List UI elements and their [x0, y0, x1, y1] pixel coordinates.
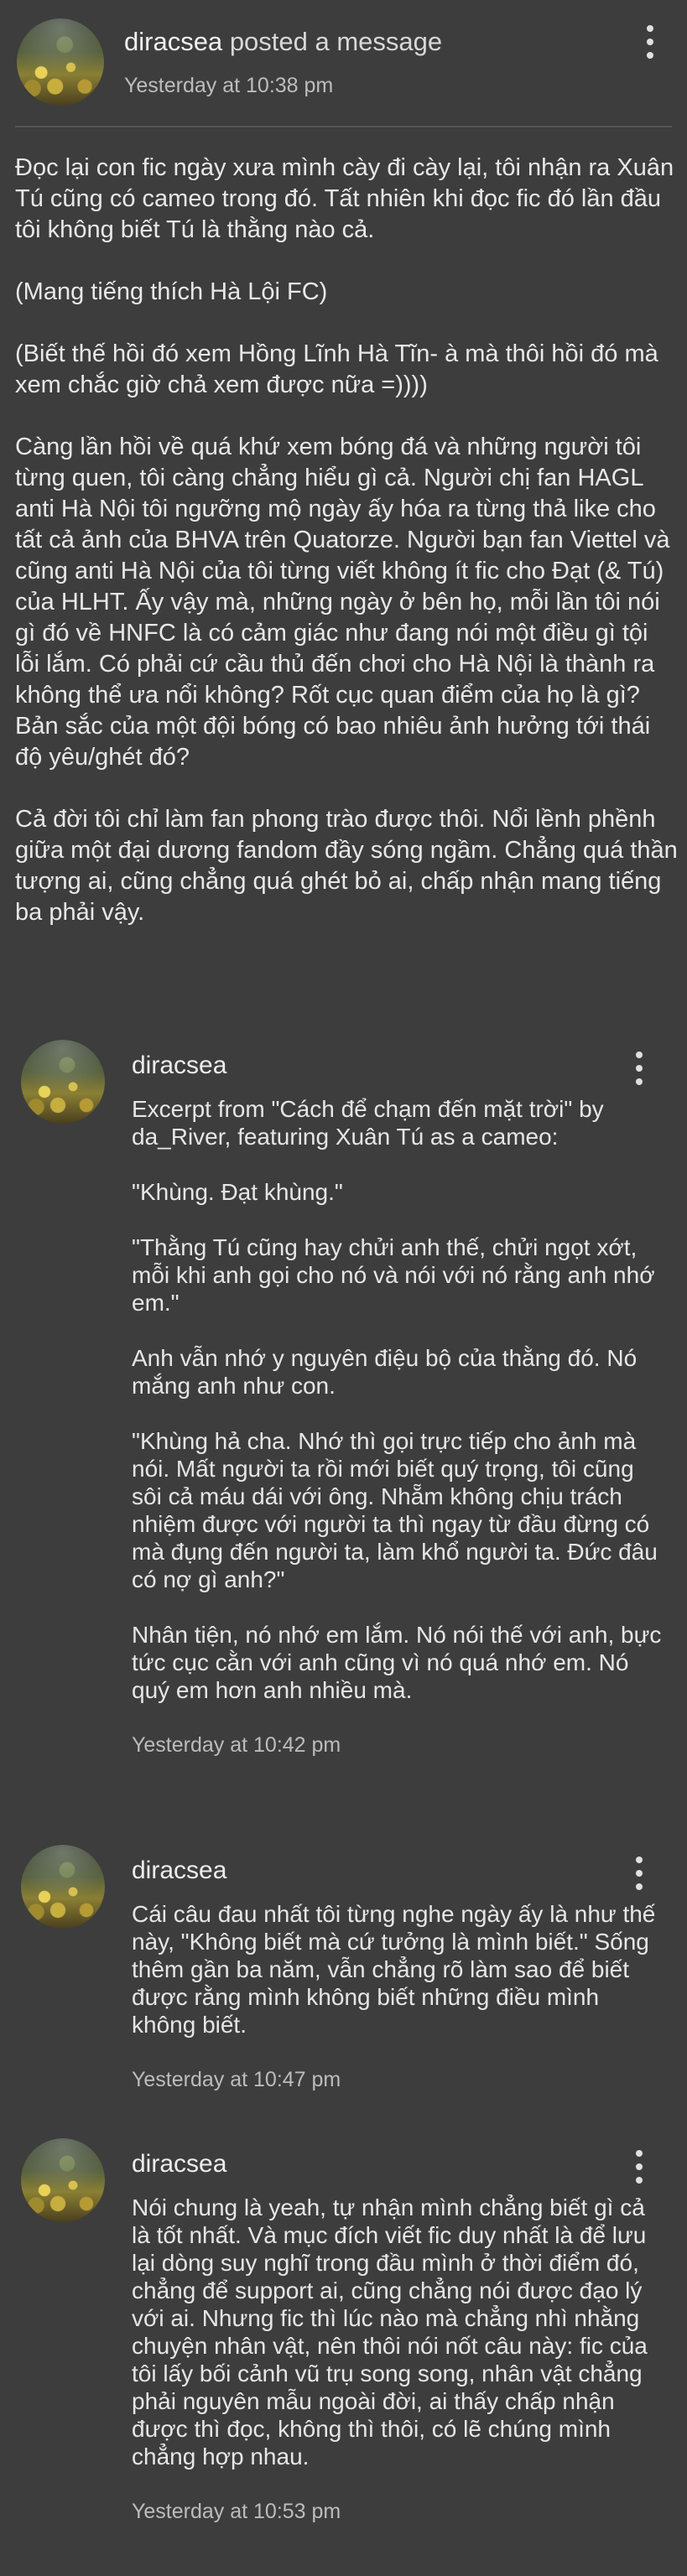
post-action-text: posted a message: [229, 27, 443, 56]
comment-paragraph: Nói chung là yeah, tự nhận mình chẳng bi…: [132, 2194, 648, 2470]
more-options-icon[interactable]: [642, 25, 658, 59]
comment-body: Excerpt from "Cách để chạm đến mặt trời"…: [132, 1095, 669, 1759]
comment-body: Nói chung là yeah, tự nhận mình chẳng bi…: [132, 2194, 669, 2526]
comment-paragraph: Excerpt from "Cách để chạm đến mặt trời"…: [132, 1096, 604, 1150]
comment-timestamp[interactable]: Yesterday at 10:42 pm: [132, 1732, 669, 1759]
post-paragraph: Càng lần hồi về quá khứ xem bóng đá và n…: [15, 434, 670, 771]
post-author-line: diracsea posted a message: [124, 27, 442, 57]
comment-paragraph: "Khùng. Đạt khùng.": [132, 1179, 343, 1205]
comment-paragraph: Anh vẫn nhớ y nguyên điệu bộ của thằng đ…: [132, 1345, 638, 1399]
avatar[interactable]: [21, 2138, 105, 2222]
comment-author[interactable]: diracsea: [132, 1052, 226, 1080]
comment: diracsea Nói chung là yeah, tự nhận mình…: [0, 2138, 687, 2558]
avatar[interactable]: [17, 18, 104, 106]
comment-paragraph: Nhân tiện, nó nhớ em lắm. Nó nói thế với…: [132, 1622, 662, 1703]
comment-author[interactable]: diracsea: [132, 1857, 226, 1885]
post-paragraph: (Biết thế hồi đó xem Hồng Lĩnh Hà Tĩn- à…: [15, 340, 658, 398]
post-paragraph: Đọc lại con fic ngày xưa mình cày đi cày…: [15, 154, 674, 243]
post-paragraph: Cả đời tôi chỉ làm fan phong trào được t…: [15, 806, 678, 926]
comment-author[interactable]: diracsea: [132, 2150, 226, 2179]
more-options-icon[interactable]: [631, 2150, 648, 2184]
comment: diracsea Cái câu đau nhất tôi từng nghe …: [0, 1845, 687, 2091]
divider: [15, 126, 672, 127]
avatar[interactable]: [21, 1845, 105, 1929]
comment: diracsea Excerpt from "Cách để chạm đến …: [0, 1040, 687, 1757]
comment-paragraph: "Thằng Tú cũng hay chửi anh thế, chửi ng…: [132, 1234, 655, 1316]
avatar[interactable]: [21, 1040, 105, 1124]
author-name[interactable]: diracsea: [124, 27, 222, 56]
comment-timestamp[interactable]: Yesterday at 10:47 pm: [132, 2066, 669, 2094]
comment-paragraph: Cái câu đau nhất tôi từng nghe ngày ấy l…: [132, 1901, 656, 2038]
comment-timestamp[interactable]: Yesterday at 10:53 pm: [132, 2498, 669, 2526]
more-options-icon[interactable]: [631, 1052, 648, 1085]
comment-paragraph: "Khùng hả cha. Nhớ thì gọi trực tiếp cho…: [132, 1428, 658, 1592]
post-body: Đọc lại con fic ngày xưa mình cày đi cày…: [15, 153, 678, 959]
post-paragraph: (Mang tiếng thích Hà Lội FC): [15, 278, 328, 305]
post-timestamp[interactable]: Yesterday at 10:38 pm: [124, 74, 333, 98]
more-options-icon[interactable]: [631, 1857, 648, 1890]
comment-body: Cái câu đau nhất tôi từng nghe ngày ấy l…: [132, 1900, 669, 2094]
post-header: diracsea posted a message Yesterday at 1…: [0, 0, 687, 126]
